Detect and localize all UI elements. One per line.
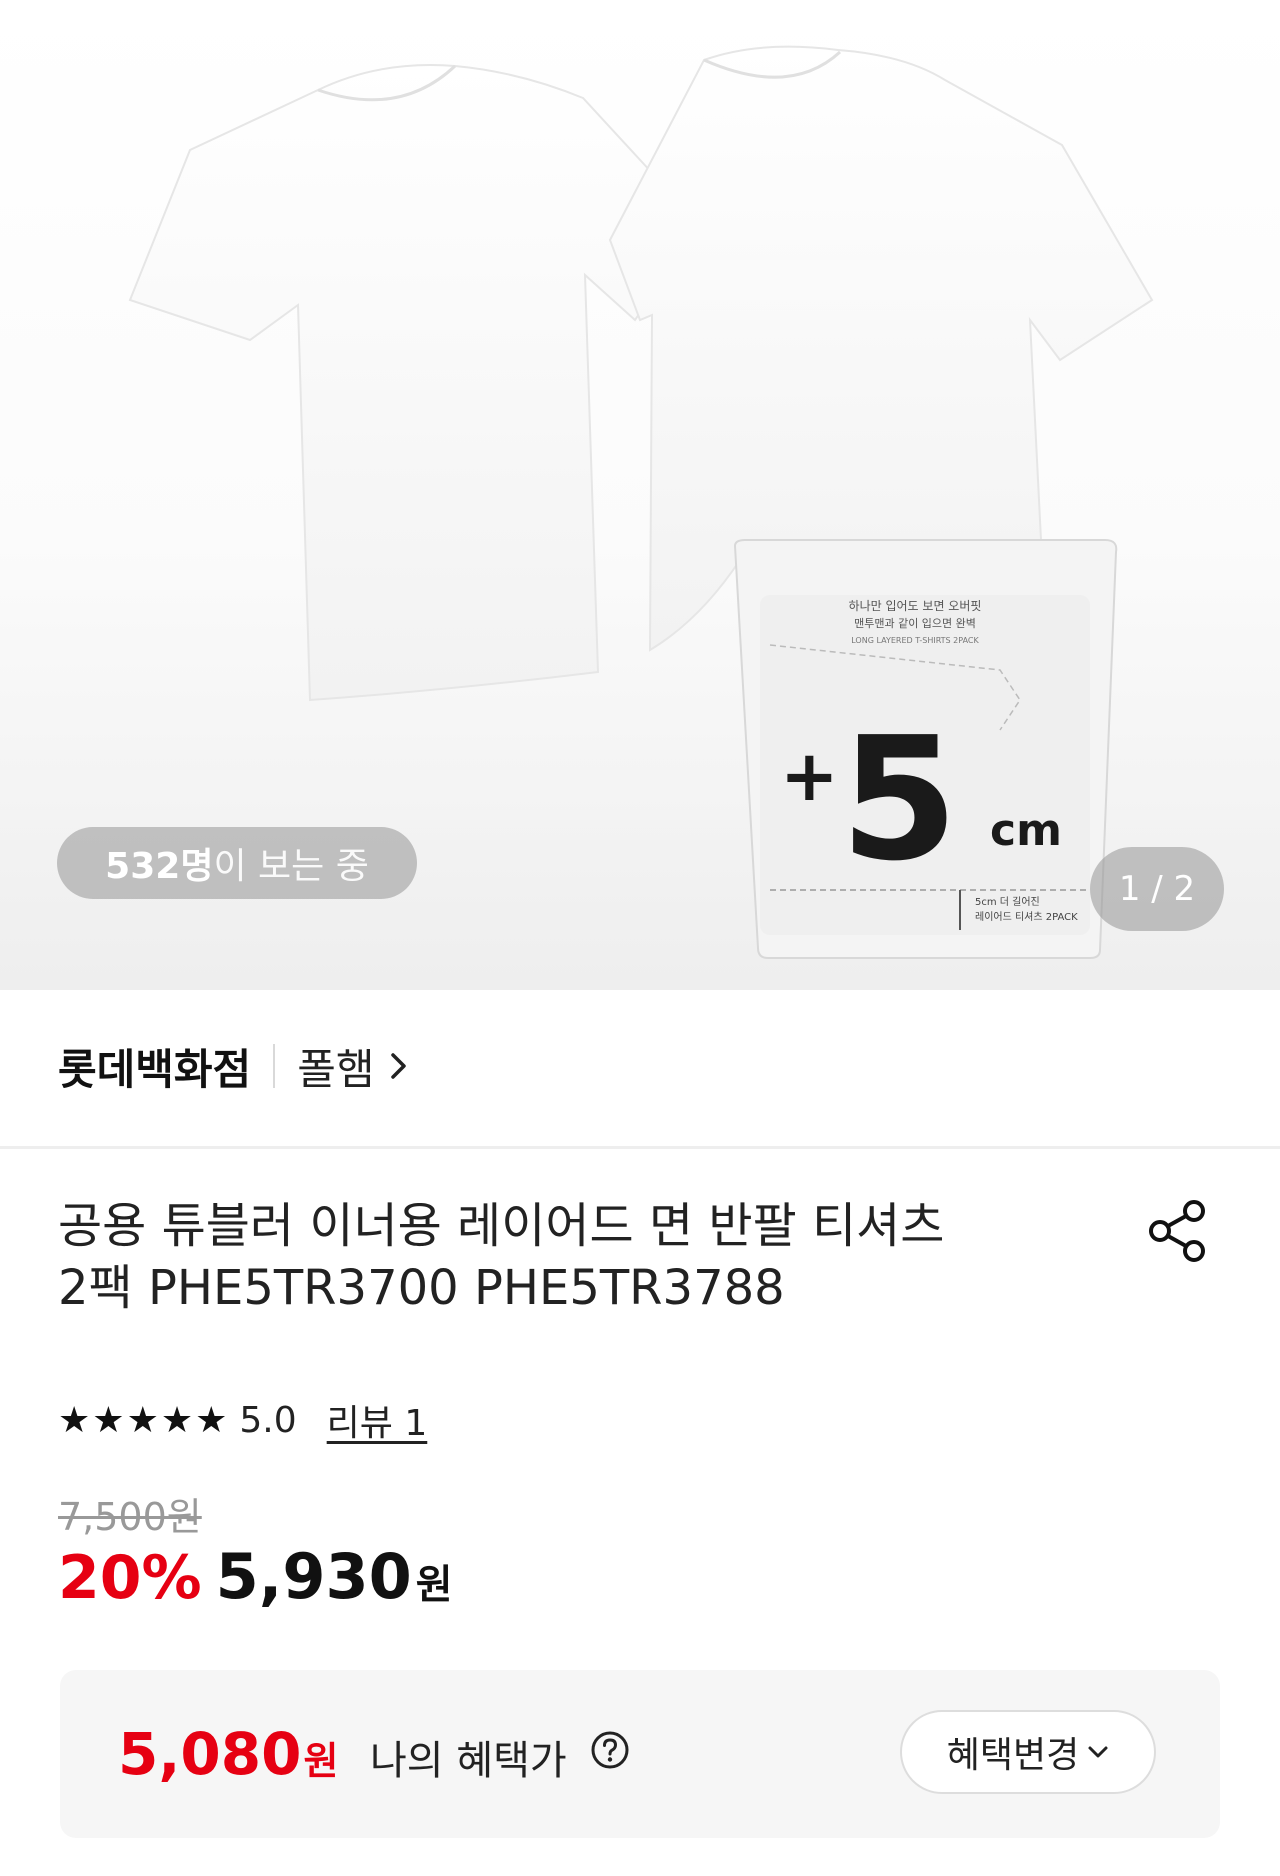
rating-score: 5.0: [239, 1399, 297, 1441]
chevron-right-icon[interactable]: [388, 1042, 410, 1091]
svg-text:5cm 더 길어진: 5cm 더 길어진: [975, 895, 1040, 908]
star-rating: ★ ★ ★ ★ ★: [58, 1400, 229, 1441]
star-icon: ★: [195, 1399, 228, 1441]
svg-text:5: 5: [840, 701, 958, 899]
share-icon[interactable]: [1142, 1195, 1214, 1267]
svg-text:cm: cm: [990, 805, 1062, 856]
product-image-carousel[interactable]: 하나만 입어도 보면 오버핏 맨투맨과 같이 입으면 완벽 LONG LAYER…: [0, 0, 1280, 990]
svg-text:레이어드 티셔츠 2PACK: 레이어드 티셔츠 2PACK: [975, 911, 1078, 923]
viewers-count: 532명: [105, 846, 214, 887]
section-divider: [0, 1146, 1280, 1149]
benefit-label: 나의 혜택가: [370, 1738, 567, 1784]
star-icon: ★: [126, 1399, 159, 1441]
star-icon: ★: [92, 1399, 125, 1441]
product-title: 공용 튜블러 이너용 레이어드 면 반팔 티셔츠 2팩 PHE5TR3700 P…: [58, 1195, 1058, 1319]
svg-text:하나만 입어도 보면 오버핏: 하나만 입어도 보면 오버핏: [849, 599, 982, 613]
rating-row: ★ ★ ★ ★ ★ 5.0 리뷰 1: [58, 1395, 427, 1445]
sale-price-row: 20% 5,930 원: [58, 1540, 453, 1620]
benefit-price: 5,080 원: [118, 1720, 338, 1788]
store-name[interactable]: 롯데백화점: [58, 1036, 251, 1097]
chevron-down-icon: [1088, 1746, 1108, 1758]
divider: [273, 1044, 276, 1088]
benefit-price-unit: 원: [303, 1739, 339, 1783]
sale-price: 5,930: [215, 1540, 412, 1613]
svg-text:맨투맨과 같이 입으면 완벽: 맨투맨과 같이 입으면 완벽: [854, 617, 976, 630]
viewers-suffix: 이 보는 중: [213, 846, 369, 887]
brand-link[interactable]: 폴햄: [297, 1036, 374, 1097]
star-icon: ★: [160, 1399, 194, 1441]
viewers-badge: 532명 이 보는 중: [57, 827, 417, 899]
original-price: 7,500원: [58, 1495, 202, 1539]
star-icon: ★: [58, 1399, 91, 1441]
image-pager: 1 / 2: [1090, 847, 1224, 931]
product-title-line2: 2팩 PHE5TR3700 PHE5TR3788: [58, 1260, 785, 1316]
review-link[interactable]: 리뷰 1: [327, 1394, 428, 1446]
svg-text:LONG LAYERED T-SHIRTS 2PACK: LONG LAYERED T-SHIRTS 2PACK: [851, 636, 979, 645]
change-benefit-button[interactable]: 혜택변경: [900, 1710, 1156, 1794]
svg-text:+: +: [780, 735, 839, 817]
price-unit: 원: [415, 1562, 453, 1608]
product-title-line1: 공용 튜블러 이너용 레이어드 면 반팔 티셔츠: [58, 1198, 945, 1254]
question-circle-icon[interactable]: [590, 1730, 630, 1770]
benefit-price-value: 5,080: [118, 1720, 302, 1788]
discount-rate: 20%: [58, 1543, 202, 1613]
change-benefit-label: 혜택변경: [946, 1735, 1080, 1776]
brand-row: 롯데백화점 폴햄: [58, 1036, 410, 1096]
benefit-price-box: 5,080 원 나의 혜택가 혜택변경: [60, 1670, 1220, 1838]
